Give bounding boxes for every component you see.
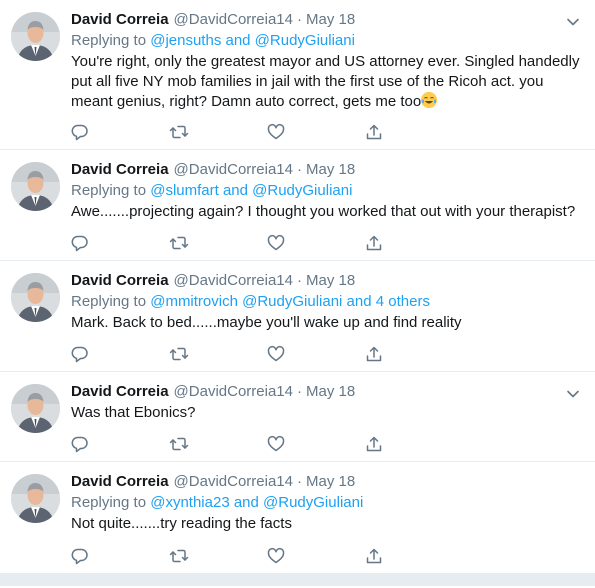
reply-icon[interactable]	[71, 234, 169, 252]
author-name[interactable]: David Correia	[71, 382, 169, 402]
tweet-actions	[71, 234, 463, 252]
tweet-text: You're right, only the greatest mayor an…	[71, 52, 583, 112]
tweet-header: David Correia @DavidCorreia14 · May 18	[71, 271, 583, 291]
heart-icon[interactable]	[267, 345, 365, 363]
separator-dot: ·	[297, 161, 302, 178]
avatar[interactable]	[11, 12, 60, 61]
tweet[interactable]: David Correia @DavidCorreia14 · May 18 R…	[0, 150, 595, 261]
tweet-actions	[71, 345, 463, 363]
tweet-actions	[71, 435, 463, 453]
tweet-header: David Correia @DavidCorreia14 · May 18	[71, 472, 583, 492]
separator-dot: ·	[297, 272, 302, 289]
avatar[interactable]	[11, 384, 60, 433]
author-handle[interactable]: @DavidCorreia14	[174, 160, 293, 180]
avatar[interactable]	[11, 273, 60, 322]
separator-dot: ·	[297, 11, 302, 28]
tweet-date[interactable]: May 18	[306, 271, 355, 291]
share-icon[interactable]	[365, 547, 463, 565]
tweet-text: Awe.......projecting again? I thought yo…	[71, 203, 576, 220]
heart-icon[interactable]	[267, 547, 365, 565]
replying-to: Replying to @slumfart and @RudyGiuliani	[71, 181, 583, 201]
chevron-down-icon[interactable]	[565, 386, 581, 402]
replying-to: Replying to @mmitrovich @RudyGiuliani an…	[71, 292, 583, 312]
replying-prefix: Replying to	[71, 32, 147, 49]
author-handle[interactable]: @DavidCorreia14	[174, 271, 293, 291]
retweet-icon[interactable]	[169, 547, 267, 565]
separator-dot: ·	[297, 383, 302, 400]
author-name[interactable]: David Correia	[71, 271, 169, 291]
author-name[interactable]: David Correia	[71, 472, 169, 492]
share-icon[interactable]	[365, 123, 463, 141]
author-handle[interactable]: @DavidCorreia14	[174, 382, 293, 402]
author-name[interactable]: David Correia	[71, 10, 169, 30]
reply-mentions[interactable]: @slumfart and @RudyGiuliani	[150, 182, 352, 199]
reply-icon[interactable]	[71, 547, 169, 565]
share-icon[interactable]	[365, 345, 463, 363]
tweet[interactable]: David Correia @DavidCorreia14 · May 18 R…	[0, 462, 595, 574]
tweet-text-body: You're right, only the greatest mayor an…	[71, 53, 580, 110]
tweet-header: David Correia @DavidCorreia14 · May 18	[71, 160, 583, 180]
face-with-tears-of-joy-icon	[421, 92, 438, 108]
reply-mentions[interactable]: @mmitrovich @RudyGiuliani and 4 others	[150, 293, 430, 310]
reply-mentions[interactable]: @xynthia23 and @RudyGiuliani	[150, 494, 363, 511]
tweet[interactable]: David Correia @DavidCorreia14 · May 18 R…	[0, 0, 595, 150]
tweet-date[interactable]: May 18	[306, 472, 355, 492]
author-name[interactable]: David Correia	[71, 160, 169, 180]
tweet-text: Mark. Back to bed......maybe you'll wake…	[71, 314, 462, 331]
replying-prefix: Replying to	[71, 293, 147, 310]
replying-prefix: Replying to	[71, 494, 147, 511]
share-icon[interactable]	[365, 435, 463, 453]
reply-icon[interactable]	[71, 435, 169, 453]
author-handle[interactable]: @DavidCorreia14	[174, 472, 293, 492]
timeline-divider	[0, 574, 595, 586]
replying-prefix: Replying to	[71, 182, 147, 199]
heart-icon[interactable]	[267, 435, 365, 453]
avatar[interactable]	[11, 162, 60, 211]
replying-to: Replying to @jensuths and @RudyGiuliani	[71, 31, 583, 51]
tweet-timeline: David Correia @DavidCorreia14 · May 18 R…	[0, 0, 595, 586]
reply-mentions[interactable]: @jensuths and @RudyGiuliani	[150, 32, 355, 49]
retweet-icon[interactable]	[169, 123, 267, 141]
author-handle[interactable]: @DavidCorreia14	[174, 10, 293, 30]
chevron-down-icon[interactable]	[565, 14, 581, 30]
separator-dot: ·	[297, 473, 302, 490]
tweet-actions	[71, 123, 463, 141]
reply-icon[interactable]	[71, 123, 169, 141]
tweet-date[interactable]: May 18	[306, 10, 355, 30]
tweet[interactable]: David Correia @DavidCorreia14 · May 18 W…	[0, 372, 595, 462]
tweet[interactable]: David Correia @DavidCorreia14 · May 18 R…	[0, 261, 595, 372]
tweet-date[interactable]: May 18	[306, 160, 355, 180]
retweet-icon[interactable]	[169, 435, 267, 453]
tweet-text: Not quite.......try reading the facts	[71, 515, 292, 532]
retweet-icon[interactable]	[169, 234, 267, 252]
tweet-header: David Correia @DavidCorreia14 · May 18	[71, 382, 583, 402]
retweet-icon[interactable]	[169, 345, 267, 363]
share-icon[interactable]	[365, 234, 463, 252]
tweet-date[interactable]: May 18	[306, 382, 355, 402]
tweet-header: David Correia @DavidCorreia14 · May 18	[71, 10, 583, 30]
replying-to: Replying to @xynthia23 and @RudyGiuliani	[71, 493, 583, 513]
reply-icon[interactable]	[71, 345, 169, 363]
tweet-actions	[71, 547, 463, 565]
heart-icon[interactable]	[267, 123, 365, 141]
heart-icon[interactable]	[267, 234, 365, 252]
avatar[interactable]	[11, 474, 60, 523]
tweet-text: Was that Ebonics?	[71, 404, 196, 421]
